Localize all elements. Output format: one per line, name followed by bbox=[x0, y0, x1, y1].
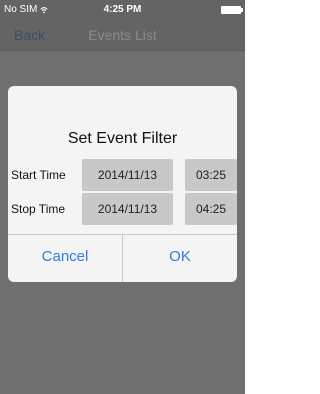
stop-time-label: Stop Time bbox=[11, 202, 66, 216]
nav-title: Events List bbox=[88, 27, 157, 43]
nav-bar: Back Events List bbox=[0, 20, 245, 51]
start-time-label: Start Time bbox=[11, 168, 66, 182]
stop-date-field[interactable]: 2014/11/13 bbox=[82, 193, 173, 225]
cancel-button[interactable]: Cancel bbox=[8, 235, 123, 282]
dialog-button-bar: Cancel OK bbox=[8, 234, 237, 282]
start-date-field[interactable]: 2014/11/13 bbox=[82, 159, 173, 191]
event-filter-dialog: Set Event Filter Start Time 2014/11/13 0… bbox=[8, 86, 237, 282]
status-time: 4:25 PM bbox=[103, 4, 142, 15]
start-time-row: Start Time 2014/11/13 03:25 bbox=[8, 159, 237, 191]
start-time-field[interactable]: 03:25 bbox=[185, 159, 237, 191]
stop-time-field[interactable]: 04:25 bbox=[185, 193, 237, 225]
stop-time-row: Stop Time 2014/11/13 04:25 bbox=[8, 193, 237, 225]
screen: No SIM 4:25 PM Back Events List Set Even… bbox=[0, 0, 245, 394]
ok-button[interactable]: OK bbox=[123, 235, 237, 282]
dialog-title: Set Event Filter bbox=[67, 130, 178, 147]
status-bar: No SIM 4:25 PM bbox=[0, 0, 245, 20]
battery-icon bbox=[221, 6, 243, 14]
